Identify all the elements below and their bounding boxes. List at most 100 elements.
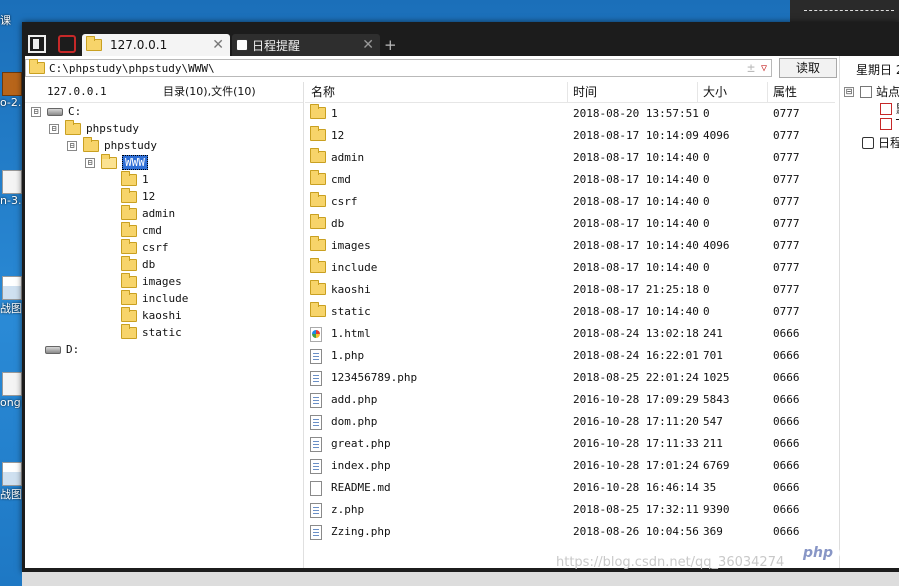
site-root-node[interactable]: ⊟ 站点 — [844, 83, 899, 100]
file-time: 2018-08-17 10:14:40 — [573, 239, 699, 252]
collapse-icon[interactable]: ⊟ — [85, 157, 95, 168]
path-input[interactable]: C:\phpstudy\phpstudy\WWW\ ± ▽ — [25, 59, 772, 77]
php-file-icon — [310, 415, 322, 430]
desktop-icon[interactable]: o-2. — [0, 72, 22, 109]
file-row[interactable]: README.md 2016-10-28 16:46:14 35 0666 — [305, 477, 835, 499]
desktop-icon[interactable]: n-3. — [0, 170, 22, 207]
close-icon[interactable]: ✕ — [212, 37, 224, 53]
tab-schedule[interactable]: 日程提醒 ✕ — [232, 34, 380, 56]
file-row[interactable]: Zzing.php 2018-08-26 10:04:56 369 0666 — [305, 521, 835, 543]
file-row[interactable]: 1.php 2018-08-24 16:22:01 701 0666 — [305, 345, 835, 367]
tree-node[interactable]: 12 — [121, 187, 155, 205]
tree-node-label: db — [142, 258, 156, 271]
file-attr: 0666 — [773, 371, 800, 384]
watermark-brand: 中文网 — [844, 546, 881, 560]
tree-node[interactable]: kaoshi — [121, 306, 182, 324]
file-row[interactable]: images 2018-08-17 10:14:40 4096 0777 — [305, 235, 835, 257]
file-row[interactable]: admin 2018-08-17 10:14:40 0 0777 — [305, 147, 835, 169]
tree-node-label: phpstudy — [86, 122, 139, 135]
tree-node[interactable]: ⊟ phpstudy — [49, 119, 139, 137]
tree-node[interactable]: db — [121, 255, 156, 273]
collapse-icon[interactable]: ⊟ — [844, 86, 854, 97]
file-time: 2018-08-17 10:14:09 — [573, 129, 699, 142]
file-time: 2018-08-17 21:25:18 — [573, 283, 699, 296]
file-row[interactable]: csrf 2018-08-17 10:14:40 0 0777 — [305, 191, 835, 213]
file-row[interactable]: index.php 2016-10-28 17:01:24 6769 0666 — [305, 455, 835, 477]
column-header-attr[interactable]: 属性 — [773, 82, 797, 102]
file-row[interactable]: dom.php 2016-10-28 17:11:20 547 0666 — [305, 411, 835, 433]
file-attr: 0666 — [773, 349, 800, 362]
file-row[interactable]: 123456789.php 2018-08-25 22:01:24 1025 0666 — [305, 367, 835, 389]
desktop-icon[interactable]: 战图 326. — [0, 276, 22, 316]
file-row[interactable]: 12 2018-08-17 10:14:09 4096 0777 — [305, 125, 835, 147]
tree-node-selected[interactable]: ⊟ WWW — [85, 153, 148, 171]
file-time: 2018-08-26 10:04:56 — [573, 525, 699, 538]
column-separator[interactable] — [567, 82, 568, 102]
file-row[interactable]: 1 2018-08-20 13:57:51 0 0777 — [305, 103, 835, 125]
file-time: 2018-08-20 13:57:51 — [573, 107, 699, 120]
folder-icon — [121, 255, 137, 271]
file-row[interactable]: great.php 2016-10-28 17:11:33 211 0666 — [305, 433, 835, 455]
screenshot-icon — [2, 462, 22, 486]
php-file-icon — [310, 371, 322, 386]
file-name: 123456789.php — [331, 371, 418, 384]
collapse-icon[interactable]: ⊟ — [49, 123, 59, 134]
collapse-icon[interactable]: ⊟ — [67, 140, 77, 151]
file-attr: 0777 — [773, 151, 800, 164]
file-size: 4096 — [703, 239, 730, 252]
window-menu-icon[interactable] — [28, 35, 46, 53]
column-separator[interactable] — [767, 82, 768, 102]
tab-label: 日程提醒 — [252, 38, 301, 53]
collapse-icon[interactable]: ⊟ — [31, 106, 41, 117]
tree-node[interactable]: admin — [121, 204, 175, 222]
read-button[interactable]: 读取 — [779, 58, 837, 78]
file-row[interactable]: static 2018-08-17 10:14:40 0 0777 — [305, 301, 835, 323]
tree-node[interactable]: cmd — [121, 221, 162, 239]
file-row[interactable]: kaoshi 2018-08-17 21:25:18 0 0777 — [305, 279, 835, 301]
desktop-icon[interactable]: 战图 326. — [0, 462, 22, 502]
column-header-time[interactable]: 时间 — [573, 82, 597, 102]
file-row[interactable]: 1.html 2018-08-24 13:02:18 241 0666 — [305, 323, 835, 345]
file-time: 2018-08-24 16:22:01 — [573, 349, 699, 362]
file-row[interactable]: z.php 2018-08-25 17:32:11 9390 0666 — [305, 499, 835, 521]
file-name: db — [331, 217, 345, 230]
desktop-icon-label: 战图 326. — [0, 302, 22, 315]
tree-node[interactable]: 1 — [121, 170, 149, 188]
tree-node[interactable]: D: — [45, 341, 79, 358]
stop-icon[interactable] — [58, 35, 76, 53]
pane-divider[interactable] — [303, 82, 304, 568]
column-header-size[interactable]: 大小 — [703, 82, 727, 102]
file-row[interactable]: db 2018-08-17 10:14:40 0 0777 — [305, 213, 835, 235]
tree-node[interactable]: static — [121, 323, 182, 341]
column-separator[interactable] — [697, 82, 698, 102]
tree-node[interactable]: ⊟ C: — [31, 103, 81, 120]
file-attr: 0777 — [773, 195, 800, 208]
site-item[interactable]: T — [880, 117, 899, 131]
file-row[interactable]: include 2018-08-17 10:14:40 0 0777 — [305, 257, 835, 279]
folder-icon — [121, 289, 137, 305]
tree-node[interactable]: include — [121, 289, 189, 307]
file-row[interactable]: cmd 2018-08-17 10:14:40 0 0777 — [305, 169, 835, 191]
tree-node-label: include — [142, 292, 189, 305]
desktop-icon[interactable]: 课 — [0, 12, 22, 28]
schedule-node[interactable]: 日程 — [862, 134, 899, 151]
checkbox-icon[interactable] — [880, 118, 892, 130]
new-tab-icon[interactable]: + — [384, 36, 397, 54]
checkbox-icon[interactable] — [880, 102, 892, 115]
tree-node[interactable]: images — [121, 272, 182, 290]
tree-node-label: static — [142, 326, 182, 339]
column-header-name[interactable]: 名称 — [311, 82, 335, 102]
tree-node[interactable]: ⊟ phpstudy — [67, 136, 157, 154]
tab-127-0-0-1[interactable]: 127.0.0.1 ✕ — [82, 34, 230, 56]
folder-icon — [310, 302, 326, 317]
file-time: 2018-08-24 13:02:18 — [573, 327, 699, 340]
tree-node[interactable]: csrf — [121, 238, 169, 256]
close-icon[interactable]: ✕ — [362, 37, 374, 53]
desktop-icon-label: 课 — [0, 14, 11, 27]
folder-icon — [310, 258, 326, 273]
desktop-icon[interactable]: ong — [0, 372, 22, 409]
chevron-down-icon[interactable]: ▽ — [761, 63, 767, 74]
file-row[interactable]: add.php 2016-10-28 17:09:29 5843 0666 — [305, 389, 835, 411]
pin-icon[interactable]: ± — [747, 61, 755, 76]
site-item[interactable]: 默 — [880, 100, 899, 117]
